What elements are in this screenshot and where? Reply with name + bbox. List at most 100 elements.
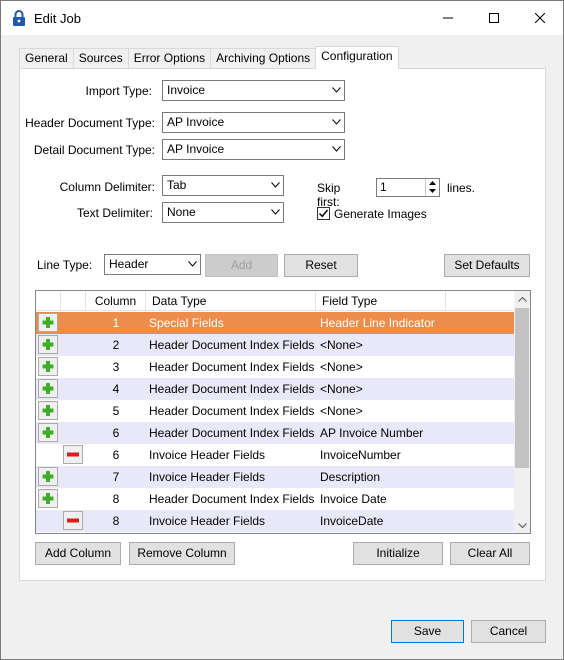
minimize-icon <box>443 17 453 19</box>
set-defaults-button[interactable]: Set Defaults <box>444 254 530 277</box>
line-type-label: Line Type: <box>37 258 93 272</box>
grid-header-blank <box>446 291 514 311</box>
column-delimiter-select[interactable]: Tab <box>162 175 284 196</box>
tab-strip: General Sources Error Options Archiving … <box>19 46 399 69</box>
cell-data-type[interactable]: Special Fields <box>146 312 316 334</box>
initialize-button[interactable]: Initialize <box>353 542 443 565</box>
window-title: Edit Job <box>34 11 81 26</box>
table-row[interactable]: 2 Header Document Index Fields <None> <box>36 334 514 356</box>
tab-sources[interactable]: Sources <box>72 48 129 69</box>
add-column-button[interactable]: Add Column <box>35 542 121 565</box>
cell-data-type[interactable]: Invoice Header Fields <box>146 466 316 488</box>
tab-configuration[interactable]: Configuration <box>315 46 399 69</box>
scroll-up-icon[interactable] <box>514 291 530 307</box>
cell-field-type[interactable]: <None> <box>316 334 514 356</box>
cell-column: 6 <box>112 426 120 440</box>
header-doc-type-select[interactable]: AP Invoice <box>162 112 345 133</box>
skip-first-value: 1 <box>380 180 387 194</box>
table-row[interactable]: 6 Header Document Index Fields AP Invoice … <box>36 422 514 444</box>
text-delimiter-select[interactable]: None <box>162 202 284 223</box>
add-mapping-button[interactable] <box>38 335 58 354</box>
close-button[interactable] <box>517 1 563 35</box>
minimize-button[interactable] <box>425 1 471 35</box>
grid-header-blank <box>36 291 61 311</box>
add-mapping-button[interactable] <box>38 313 58 332</box>
plus-icon <box>42 493 54 504</box>
cell-data-type[interactable]: Header Document Index Fields <box>146 422 316 444</box>
column-delimiter-label: Column Delimiter: <box>59 180 155 194</box>
grid-header: Column Data Type Field Type <box>36 291 514 311</box>
stepper-up-icon[interactable] <box>426 179 439 187</box>
remove-mapping-button[interactable] <box>63 511 83 530</box>
grid-header-field-type[interactable]: Field Type <box>316 291 446 311</box>
skip-first-label: Skip first: <box>317 181 341 209</box>
add-mapping-button[interactable] <box>38 401 58 420</box>
remove-mapping-button[interactable] <box>63 445 83 464</box>
maximize-button[interactable] <box>471 1 517 35</box>
table-row[interactable]: 3 Header Document Index Fields <None> <box>36 356 514 378</box>
add-mapping-button[interactable] <box>38 489 58 508</box>
tab-archiving-options[interactable]: Archiving Options <box>210 48 317 69</box>
line-type-select[interactable]: Header <box>104 254 201 275</box>
scroll-thumb[interactable] <box>515 308 529 468</box>
add-mapping-button[interactable] <box>38 379 58 398</box>
table-row[interactable]: 5 Header Document Index Fields <None> <box>36 400 514 422</box>
table-row[interactable]: 6 Invoice Header Fields InvoiceNumber <box>36 444 514 466</box>
generate-images-checkbox[interactable] <box>317 207 330 220</box>
clear-all-button[interactable]: Clear All <box>450 542 530 565</box>
import-type-select[interactable]: Invoice <box>162 80 345 101</box>
generate-images-label[interactable]: Generate Images <box>334 207 427 221</box>
cell-field-type[interactable]: InvoiceNumber <box>316 444 514 466</box>
reset-button[interactable]: Reset <box>284 254 358 277</box>
cell-column: 7 <box>112 470 120 484</box>
cell-data-type[interactable]: Header Document Index Fields <box>146 334 316 356</box>
chevron-down-icon <box>332 146 341 154</box>
add-mapping-button[interactable] <box>38 357 58 376</box>
cell-column: 8 <box>112 492 120 506</box>
chevron-down-icon <box>332 87 341 95</box>
table-row[interactable]: 1 Special Fields Header Line Indicator <box>36 312 514 334</box>
remove-column-button[interactable]: Remove Column <box>129 542 235 565</box>
table-row[interactable]: 7 Invoice Header Fields Description <box>36 466 514 488</box>
cell-field-type[interactable]: AP Invoice Number <box>316 422 514 444</box>
detail-doc-type-select[interactable]: AP Invoice <box>162 139 345 160</box>
line-type-value: Header <box>109 257 149 271</box>
cell-data-type[interactable]: Header Document Index Fields <box>146 400 316 422</box>
row-expand-cell <box>36 488 61 510</box>
row-remove-cell <box>61 400 86 422</box>
add-button[interactable]: Add <box>205 254 278 277</box>
cell-field-type[interactable]: <None> <box>316 356 514 378</box>
chevron-down-icon <box>188 261 197 269</box>
cell-field-type[interactable]: Invoice Date <box>316 488 514 510</box>
grid-vertical-scrollbar[interactable] <box>514 291 530 533</box>
cancel-button[interactable]: Cancel <box>471 620 546 643</box>
add-mapping-button[interactable] <box>38 467 58 486</box>
table-row[interactable]: 8 Invoice Header Fields InvoiceDate <box>36 510 514 532</box>
grid-header-data-type[interactable]: Data Type <box>146 291 316 311</box>
cell-field-type[interactable]: <None> <box>316 400 514 422</box>
table-row[interactable]: 4 Header Document Index Fields <None> <box>36 378 514 400</box>
cell-data-type[interactable]: Header Document Index Fields <box>146 488 316 510</box>
cell-field-type[interactable]: InvoiceDate <box>316 510 514 532</box>
table-row[interactable]: 8 Header Document Index Fields Invoice Dat… <box>36 488 514 510</box>
row-remove-cell <box>61 422 86 444</box>
plus-icon <box>42 339 54 350</box>
cell-field-type[interactable]: Header Line Indicator <box>316 312 514 334</box>
add-mapping-button[interactable] <box>38 423 58 442</box>
stepper-down-icon[interactable] <box>426 187 439 195</box>
scroll-down-icon[interactable] <box>514 517 530 533</box>
cell-data-type[interactable]: Header Document Index Fields <box>146 356 316 378</box>
import-type-value: Invoice <box>167 83 206 97</box>
save-button[interactable]: Save <box>391 620 464 643</box>
row-remove-cell <box>61 444 86 466</box>
cell-data-type[interactable]: Invoice Header Fields <box>146 510 316 532</box>
tab-general[interactable]: General <box>19 48 74 69</box>
skip-first-stepper[interactable]: 1 <box>376 178 440 197</box>
cell-data-type[interactable]: Header Document Index Fields <box>146 378 316 400</box>
cell-field-type[interactable]: Description <box>316 466 514 488</box>
grid-header-column[interactable]: Column <box>86 291 146 311</box>
row-remove-cell <box>61 356 86 378</box>
cell-data-type[interactable]: Invoice Header Fields <box>146 444 316 466</box>
tab-error-options[interactable]: Error Options <box>127 48 212 69</box>
cell-field-type[interactable]: <None> <box>316 378 514 400</box>
